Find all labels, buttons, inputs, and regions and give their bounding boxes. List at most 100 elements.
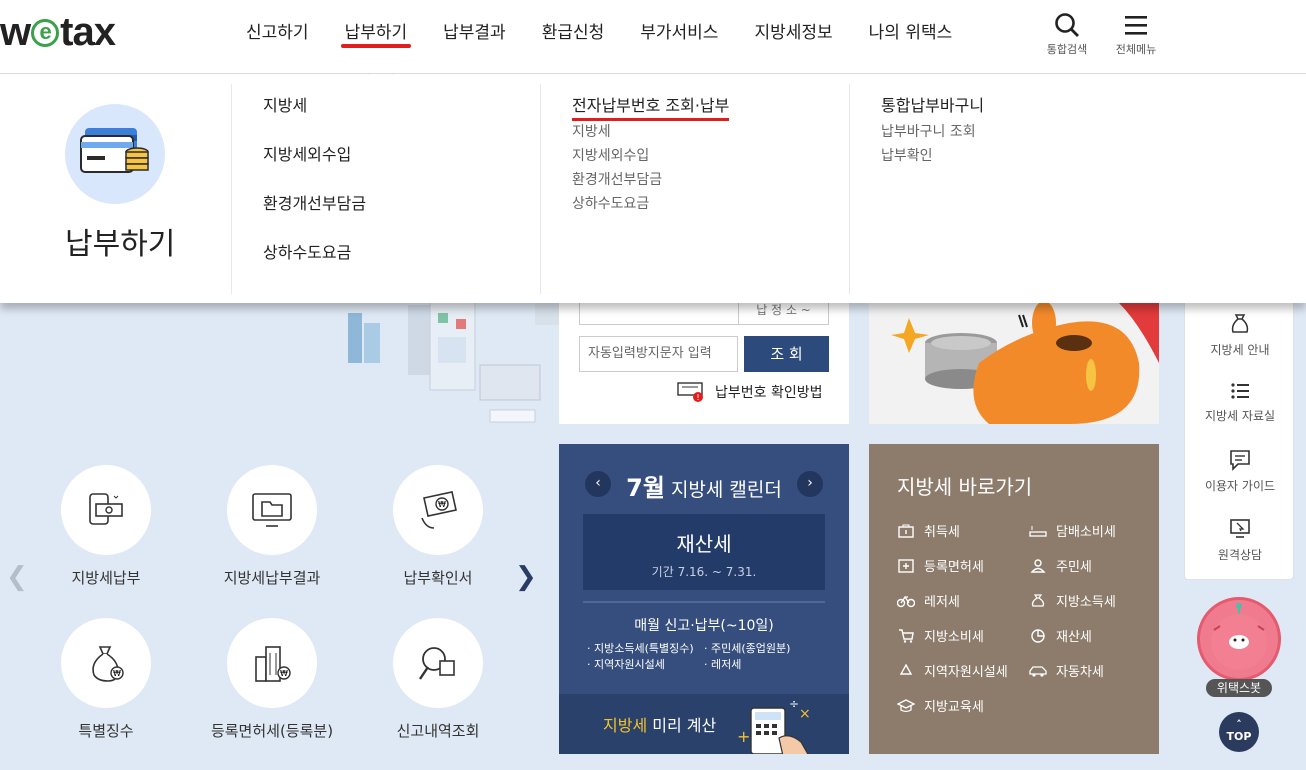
- all-menu-button[interactable]: 전체메뉴: [1106, 8, 1166, 57]
- menu-environment-charge[interactable]: 환경개선부담금: [263, 190, 541, 239]
- nav-pay[interactable]: 납부하기: [327, 0, 426, 74]
- shortcut-label: 지방소득세: [1056, 595, 1116, 610]
- pre-calc-label: 지방세 미리 계산: [603, 712, 716, 736]
- mega-menu-title: 납부하기: [65, 227, 176, 262]
- svg-text:!: !: [696, 393, 699, 402]
- certificate-button[interactable]: 납 정 소 ~: [738, 303, 828, 324]
- logo-text-w: w: [0, 10, 31, 54]
- shortcut-tobacco-tax[interactable]: 담배소비세: [1029, 521, 1116, 540]
- quick-label: 지방세납부: [71, 569, 141, 587]
- side-local-tax-guide[interactable]: 지방세 안내: [1185, 313, 1295, 358]
- featured-tax-period: 기간 7.16. ~ 7.31.: [651, 565, 757, 579]
- quick-next-arrow[interactable]: ❯: [515, 562, 537, 592]
- hero-illustration: [348, 295, 560, 423]
- shortcut-label: 지방교육세: [924, 700, 984, 715]
- menu-non-tax-revenue[interactable]: 지방세외수입: [263, 141, 541, 190]
- shortcut-vehicle-tax[interactable]: 자동차세: [1029, 661, 1104, 680]
- logo[interactable]: w e tax: [0, 10, 116, 55]
- featured-tax-name: 재산세: [676, 532, 732, 556]
- pie-icon: [1029, 628, 1047, 644]
- shortcut-local-education-tax[interactable]: 지방교육세: [897, 696, 984, 715]
- wetax-bot-label: 위택스봇: [1206, 679, 1272, 697]
- menu-water-bill[interactable]: 상하수도요금: [263, 239, 541, 288]
- payment-number-help-link[interactable]: ! 납부번호 확인방법: [677, 381, 823, 403]
- side-remote-support[interactable]: 원격상담: [1185, 518, 1295, 563]
- cart-icon: [897, 628, 915, 644]
- shortcut-label: 레저세: [924, 595, 960, 610]
- hamburger-menu-icon: [1125, 16, 1147, 35]
- svg-text:÷: ÷: [789, 698, 799, 711]
- monthly-item: · 지역자원시설세: [587, 658, 665, 671]
- payment-number-search: 납 정 소 ~ 자동입력방지문자 입력 조 회 ! 납부번호 확인방법: [559, 303, 849, 424]
- quick-filing-history[interactable]: 신고내역조회: [363, 618, 513, 741]
- search-submit-button[interactable]: 조 회: [744, 336, 829, 372]
- local-tax-calendar: ‹ › 7월 지방세 캘린더 재산세 기간 7.16. ~ 7.31. 매월 신…: [559, 444, 849, 754]
- side-user-guide[interactable]: 이용자 가이드: [1185, 449, 1295, 494]
- promo-banner[interactable]: [869, 303, 1159, 424]
- quick-payment-certificate[interactable]: ₩ 납부확인서: [363, 465, 513, 588]
- nav-local-tax-info[interactable]: 지방세정보: [736, 0, 850, 74]
- mega-col-basket: 통합납부바구니 납부바구니 조회 납부확인: [849, 84, 1159, 294]
- quick-prev-arrow[interactable]: ❮: [6, 562, 28, 592]
- money-bag-icon: ₩: [61, 618, 151, 708]
- quick-special-collection[interactable]: ₩ 특별징수: [31, 618, 181, 741]
- side-local-tax-archive[interactable]: 지방세 자료실: [1185, 381, 1295, 424]
- shortcut-label: 지역자원시설세: [924, 665, 1008, 680]
- nav-pay-result[interactable]: 납부결과: [425, 0, 524, 74]
- shortcut-local-income-tax[interactable]: 지방소득세: [1029, 591, 1116, 610]
- epay-local-tax[interactable]: 지방세: [572, 120, 850, 144]
- shortcut-acquisition-tax[interactable]: 취득세: [897, 521, 960, 540]
- mega-col-epay-number: 전자납부번호 조회·납부 지방세 지방세외수입 환경개선부담금 상하수도요금: [540, 84, 850, 294]
- shortcut-label: 재산세: [1056, 630, 1092, 645]
- shortcut-label: 자동차세: [1056, 665, 1104, 680]
- svg-text:+: +: [737, 727, 750, 746]
- recycle-icon: [897, 663, 915, 679]
- quick-payment-result[interactable]: 지방세납부결과: [197, 465, 347, 588]
- monthly-list-right: · 주민세(종업원분) · 레저세: [704, 641, 790, 673]
- epay-non-tax-revenue[interactable]: 지방세외수입: [572, 144, 850, 168]
- calendar-title: 지방세 캘린더: [670, 479, 782, 501]
- svg-text:₩: ₩: [280, 669, 288, 678]
- shortcut-property-tax[interactable]: 재산세: [1029, 626, 1092, 645]
- basket-confirm[interactable]: 납부확인: [881, 144, 1159, 168]
- scroll-top-button[interactable]: ˄ TOP: [1219, 712, 1259, 752]
- quick-local-tax-payment[interactable]: 지방세납부: [31, 465, 181, 588]
- quick-label: 납부확인서: [403, 569, 473, 587]
- epay-environment-charge[interactable]: 환경개선부담금: [572, 168, 850, 192]
- shortcut-regional-resource-tax[interactable]: 지역자원시설세: [897, 661, 1008, 680]
- nav-my-wetax[interactable]: 나의 위택스: [851, 0, 971, 74]
- integrated-search-button[interactable]: 통합검색: [1037, 8, 1097, 57]
- shortcut-local-consumption-tax[interactable]: 지방소비세: [897, 626, 984, 645]
- main-nav: 신고하기 납부하기 납부결과 환급신청 부가서비스 지방세정보 나의 위택스: [228, 0, 970, 74]
- quick-side-panel: 지방세 안내 지방세 자료실 이용자 가이드 원격상담: [1184, 280, 1294, 580]
- monthly-list-left: · 지방소득세(특별징수) · 지역자원시설세: [587, 641, 694, 673]
- mobile-pay-icon: [61, 465, 151, 555]
- payment-number-input[interactable]: 납 정 소 ~: [579, 303, 829, 325]
- tax-pre-calculation-link[interactable]: 지방세 미리 계산 + × ÷: [559, 694, 849, 754]
- calendar-featured-tax[interactable]: 재산세 기간 7.16. ~ 7.31.: [583, 514, 825, 590]
- side-label: 이용자 가이드: [1204, 479, 1276, 493]
- wetax-bot-button[interactable]: [1197, 597, 1281, 681]
- mega-col-categories: 지방세 지방세외수입 환경개선부담금 상하수도요금: [231, 84, 541, 294]
- bicycle-icon: [897, 593, 915, 609]
- quick-registration-license-tax[interactable]: ₩ 등록면허세(등록분): [197, 618, 347, 741]
- menu-label: 전체메뉴: [1115, 43, 1157, 56]
- nav-file[interactable]: 신고하기: [228, 0, 327, 74]
- monthly-item: · 지방소득세(특별징수): [587, 642, 694, 655]
- basket-title[interactable]: 통합납부바구니: [881, 92, 984, 116]
- side-label: 지방세 자료실: [1204, 409, 1276, 423]
- shortcut-registration-license-tax[interactable]: 등록면허세: [897, 556, 984, 575]
- logo-text-tax: tax: [60, 10, 116, 54]
- shortcut-leisure-tax[interactable]: 레저세: [897, 591, 960, 610]
- plus-box-icon: [897, 558, 915, 574]
- shortcut-resident-tax[interactable]: 주민세: [1029, 556, 1092, 575]
- epay-number-title[interactable]: 전자납부번호 조회·납부: [572, 92, 730, 121]
- captcha-input[interactable]: 자동입력방지문자 입력: [579, 336, 738, 372]
- nav-refund[interactable]: 환급신청: [524, 0, 623, 74]
- epay-water-bill[interactable]: 상하수도요금: [572, 192, 850, 216]
- magnifier-document-icon: [393, 618, 483, 708]
- menu-local-tax[interactable]: 지방세: [263, 92, 541, 141]
- quick-label: 특별징수: [78, 722, 134, 740]
- nav-extra-service[interactable]: 부가서비스: [622, 0, 736, 74]
- basket-view[interactable]: 납부바구니 조회: [881, 120, 1159, 144]
